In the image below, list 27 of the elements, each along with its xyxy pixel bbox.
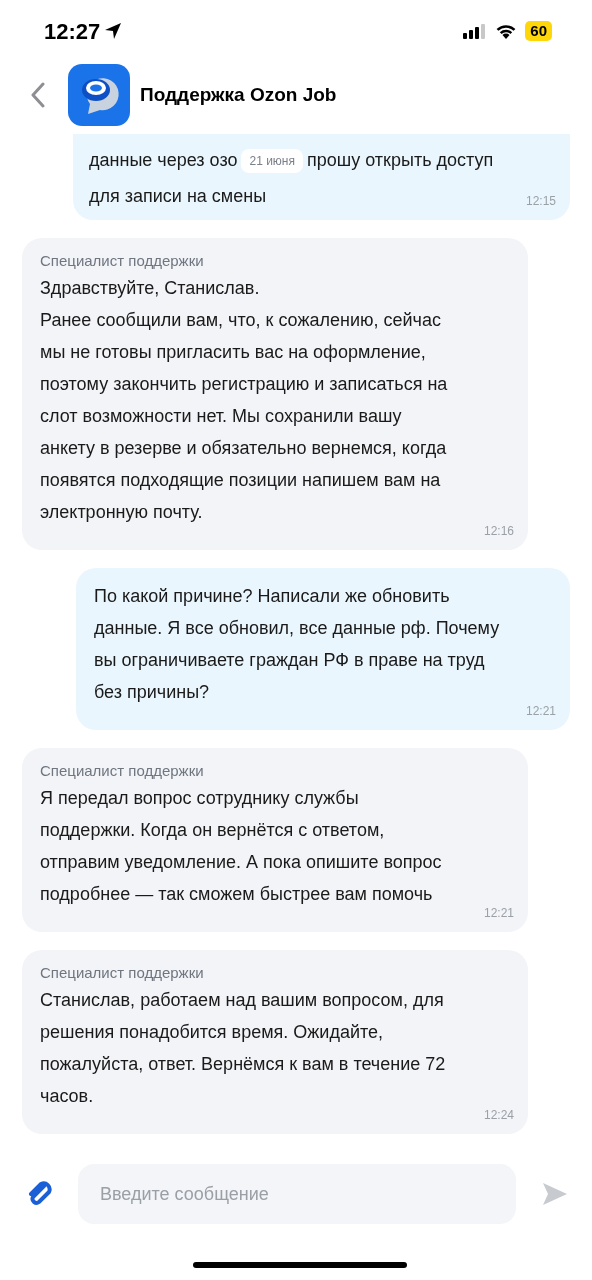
message-text: По какой причине? Написали же обновить данные. Я все обновил, все данные рф. Почему вы ограничиваете граждан РФ в праве на труд без причины? — [94, 585, 500, 704]
message-text: прошу открыть доступ — [307, 149, 494, 172]
message-input[interactable]: Введите сообщение — [78, 1164, 516, 1224]
chat-logo-icon — [68, 64, 130, 126]
message-time: 12:16 — [483, 523, 514, 540]
location-arrow-icon — [104, 22, 123, 40]
status-time: 12:27 — [44, 17, 101, 46]
attach-icon[interactable] — [26, 1180, 54, 1208]
message-text: данные через озо — [89, 149, 238, 172]
chat-title: Поддержка Ozon Job — [140, 82, 337, 107]
signal-icon — [463, 23, 488, 39]
battery-level: 60 — [525, 21, 552, 41]
message-time: 12:24 — [483, 1107, 514, 1124]
message-time: 12:21 — [483, 905, 514, 922]
sender-name: Специалист поддержки — [40, 963, 204, 983]
message-text: Здравствуйте, Станислав. Ранее сообщили вам, что, к сожалению, сейчас мы не готовы пригласить вас на оформление, поэтому закончить регистрацию и записаться на слот возможности нет. Мы сохранили вашу анкету в резерве и обязательно вернемся, когда появятся подходящие позиции напишем вам на электронную почту. — [40, 277, 448, 524]
sender-name: Специалист поддержки — [40, 251, 204, 271]
message-time: 12:15 — [525, 193, 556, 210]
wifi-icon — [495, 23, 518, 39]
back-icon[interactable] — [30, 82, 46, 108]
send-icon[interactable] — [542, 1182, 568, 1206]
sender-name: Специалист поддержки — [40, 761, 204, 781]
message-time: 12:21 — [525, 703, 556, 720]
message-text: Станислав, работаем над вашим вопросом, для решения понадобится время. Ожидайте, пожалуйста, ответ. Вернёмся к вам в течение 72 часов. — [40, 989, 446, 1108]
date-chip: 21 июня — [241, 148, 303, 173]
message-text: для записи на смены — [89, 185, 267, 208]
message-text: Я передал вопрос сотруднику службы поддержки. Когда он вернётся с ответом, отправим уведомление. А пока опишите вопрос подробнее — так сможем быстрее вам помочь — [40, 787, 442, 906]
